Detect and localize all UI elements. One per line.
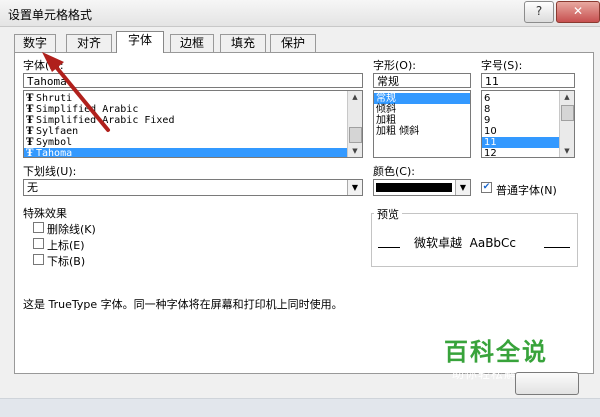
tab-font[interactable]: 字体 [116, 31, 164, 53]
watermark-title: 百科全说 [444, 338, 548, 366]
format-cells-dialog: 设置单元格格式 ? ✕ 数字 对齐 字体 边框 填充 保护 字体(F): Tah… [0, 0, 600, 417]
bottom-strip [0, 398, 600, 417]
cancel-button[interactable] [515, 372, 579, 395]
